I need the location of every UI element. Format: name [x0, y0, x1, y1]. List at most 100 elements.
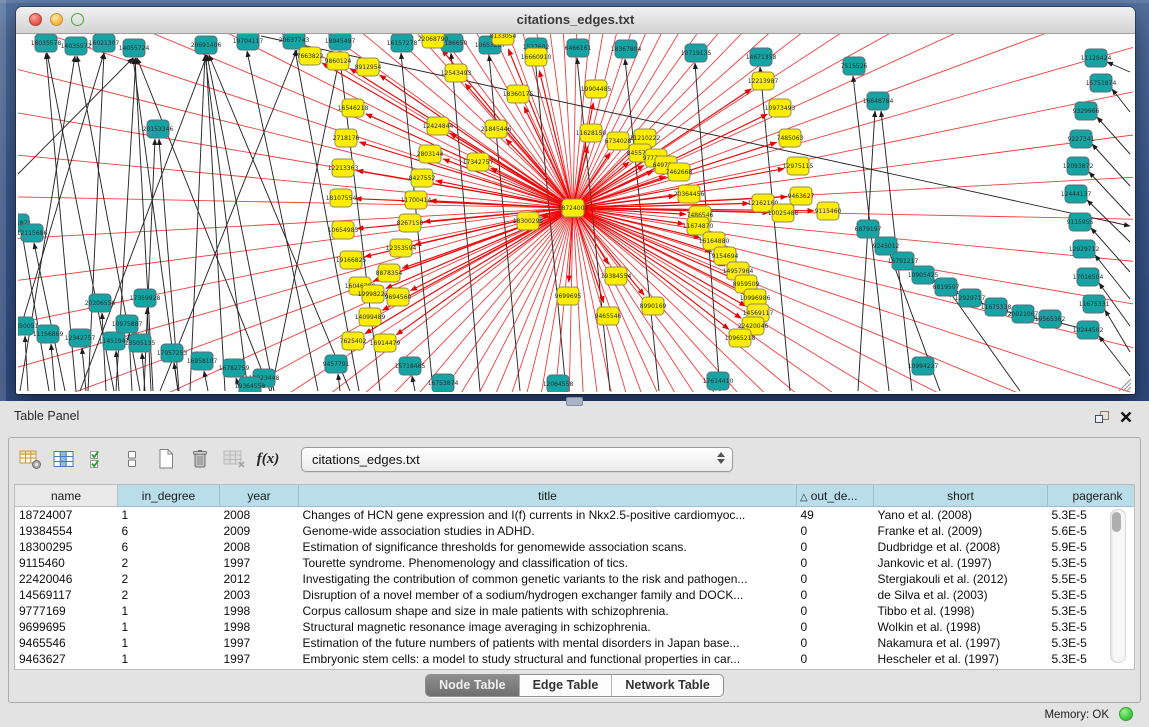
table-selector-dropdown[interactable]: citations_edges.txt: [301, 447, 733, 472]
graph-node[interactable]: 16782759: [219, 359, 250, 377]
graph-node[interactable]: 20153346: [143, 120, 174, 138]
table-row[interactable]: 946554611997Estimation of the future num…: [15, 635, 1135, 651]
table-cell-short[interactable]: Nakamura et al. (1997): [874, 635, 1048, 651]
table-cell-out_degree[interactable]: 0: [797, 523, 874, 539]
graph-node[interactable]: 6734028: [605, 132, 632, 150]
graph-node[interactable]: 12424844: [423, 117, 454, 135]
column-header-pagerank[interactable]: pagerank: [1048, 485, 1136, 507]
table-row[interactable]: 969969511998Structural magnetic resonanc…: [15, 619, 1135, 635]
table-cell-title[interactable]: Disruption of a novel member of a sodium…: [299, 587, 797, 603]
graph-node[interactable]: 12342757: [65, 329, 96, 347]
minimize-window-icon[interactable]: [50, 13, 63, 26]
graph-node[interactable]: 11675338: [981, 298, 1012, 316]
graph-node[interactable]: 10244502: [1073, 321, 1104, 339]
graph-node[interactable]: 7485063: [777, 129, 804, 147]
table-cell-year[interactable]: 1997: [220, 555, 299, 571]
table-cell-year[interactable]: 2009: [220, 523, 299, 539]
graph-node[interactable]: 13505135: [125, 334, 156, 352]
graph-node[interactable]: 17614410: [703, 372, 734, 390]
close-panel-icon[interactable]: [1117, 408, 1135, 426]
table-cell-out_degree[interactable]: 0: [797, 555, 874, 571]
table-cell-name[interactable]: 19384554: [15, 523, 118, 539]
tab-node-table[interactable]: Node Table: [426, 675, 518, 696]
graph-node[interactable]: 9115955: [1067, 213, 1094, 231]
table-cell-title[interactable]: Genome-wide association studies in ADHD.: [299, 523, 797, 539]
graph-node[interactable]: 8427552: [409, 169, 436, 187]
graph-node[interactable]: 20206556: [85, 294, 116, 312]
column-header-year[interactable]: year: [220, 485, 299, 507]
graph-node[interactable]: 9329966: [1073, 102, 1100, 120]
graph-node[interactable]: 17957253: [157, 344, 188, 362]
table-cell-name[interactable]: 22420046: [15, 571, 118, 587]
table-cell-out_degree[interactable]: 0: [797, 619, 874, 635]
graph-node[interactable]: 16958107: [187, 352, 218, 370]
graph-node[interactable]: 12115686: [18, 224, 47, 242]
tab-network-table[interactable]: Network Table: [611, 675, 723, 696]
table-cell-in_degree[interactable]: 6: [118, 523, 220, 539]
graph-node[interactable]: 16753874: [428, 374, 459, 392]
table-cell-short[interactable]: Yano et al. (2008): [874, 507, 1048, 524]
graph-node[interactable]: 21845446: [481, 120, 512, 138]
table-row[interactable]: 1830029562008Estimation of significance …: [15, 539, 1135, 555]
graph-node[interactable]: 17342757: [463, 153, 494, 171]
graph-node[interactable]: 12353594: [386, 239, 417, 257]
graph-node[interactable]: 8819507: [933, 278, 960, 296]
graph-node[interactable]: 20364456: [674, 185, 705, 203]
graph-node[interactable]: 14055724: [119, 39, 150, 57]
graph-node[interactable]: 17359928: [130, 289, 161, 307]
table-scrollbar-thumb[interactable]: [1112, 512, 1121, 532]
table-row[interactable]: 977716911998Corpus callosum shape and si…: [15, 603, 1135, 619]
graph-node[interactable]: 16157278: [387, 34, 418, 52]
table-cell-short[interactable]: de Silva et al. (2003): [874, 587, 1048, 603]
table-cell-short[interactable]: Franke et al. (2009): [874, 523, 1048, 539]
graph-node[interactable]: 11675331: [1079, 295, 1110, 313]
table-cell-year[interactable]: 1998: [220, 619, 299, 635]
table-cell-year[interactable]: 2008: [220, 507, 299, 524]
graph-node[interactable]: 9699695: [555, 287, 582, 305]
column-header-name[interactable]: name: [15, 485, 118, 507]
graph-node[interactable]: 6466161: [565, 39, 592, 57]
table-cell-name[interactable]: 14569117: [15, 587, 118, 603]
graph-node[interactable]: 22068790: [418, 34, 449, 48]
graph-node[interactable]: 12213987: [748, 72, 779, 90]
graph-node[interactable]: 8878354: [376, 264, 403, 282]
table-cell-in_degree[interactable]: 2: [118, 571, 220, 587]
graph-node[interactable]: 16648784: [863, 92, 894, 110]
table-cell-year[interactable]: 1997: [220, 651, 299, 667]
graph-node[interactable]: 19364558: [235, 377, 266, 392]
table-cell-in_degree[interactable]: 1: [118, 635, 220, 651]
table-cell-short[interactable]: Tibbo et al. (1998): [874, 603, 1048, 619]
graph-node[interactable]: 18300295: [513, 212, 544, 230]
graph-node[interactable]: 7663822: [297, 47, 324, 65]
table-row[interactable]: 946362711997Embryonic stem cells: a mode…: [15, 651, 1135, 667]
graph-node[interactable]: 12213363: [328, 159, 359, 177]
table-cell-short[interactable]: Jankovic et al. (1997): [874, 555, 1048, 571]
table-cell-name[interactable]: 9465546: [15, 635, 118, 651]
graph-node[interactable]: 19565362: [1035, 310, 1066, 328]
graph-node[interactable]: 7515526: [841, 57, 868, 75]
graph-node[interactable]: 11156869: [33, 325, 64, 343]
graph-node[interactable]: 19704117: [233, 34, 264, 50]
graph-node[interactable]: 12975115: [783, 157, 814, 175]
graph-node[interactable]: 10994227: [908, 357, 939, 375]
column-header-short[interactable]: short: [874, 485, 1048, 507]
table-cell-in_degree[interactable]: 2: [118, 587, 220, 603]
table-cell-in_degree[interactable]: 1: [118, 507, 220, 524]
table-cell-year[interactable]: 2003: [220, 587, 299, 603]
table-cell-out_degree[interactable]: 0: [797, 539, 874, 555]
table-cell-short[interactable]: Stergiakouli et al. (2012): [874, 571, 1048, 587]
graph-node[interactable]: 18724007: [558, 199, 589, 217]
table-cell-title[interactable]: Investigating the contribution of common…: [299, 571, 797, 587]
graph-node[interactable]: 11128424: [1081, 49, 1112, 67]
table-cell-short[interactable]: Hescheler et al. (1997): [874, 651, 1048, 667]
table-cell-year[interactable]: 1998: [220, 603, 299, 619]
column-header-title[interactable]: title: [299, 485, 797, 507]
resize-grip-icon[interactable]: [1119, 379, 1131, 391]
graph-node[interactable]: 18035578: [31, 34, 62, 52]
graph-node[interactable]: 10965218: [725, 329, 756, 347]
delete-column-button[interactable]: [187, 447, 213, 471]
graph-node[interactable]: 19384554: [601, 267, 632, 285]
graph-node[interactable]: 15718485: [395, 357, 426, 375]
graph-node[interactable]: 12929712: [1069, 240, 1100, 258]
graph-node[interactable]: 8133054: [490, 34, 517, 45]
